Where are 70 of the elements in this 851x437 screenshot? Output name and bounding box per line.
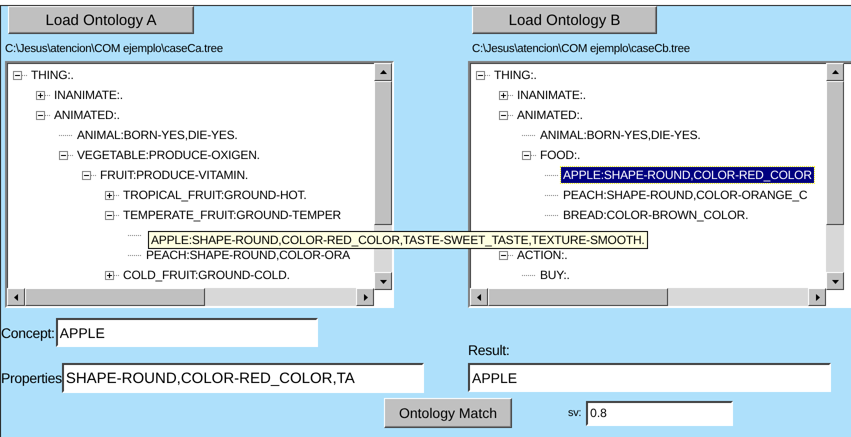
result-label: Result: xyxy=(468,342,510,358)
tree-item[interactable]: PEACH:SHAPE-ROUND,COLOR-ORA xyxy=(144,247,352,263)
tree-item[interactable]: APPLE:SHAPE-ROUND,COLOR-RED_COLOR xyxy=(561,167,814,183)
scroll-thumb[interactable] xyxy=(374,81,392,225)
scroll-left-button[interactable] xyxy=(7,288,25,306)
collapse-icon[interactable] xyxy=(105,210,119,220)
left-arrow-icon xyxy=(476,294,482,300)
collapse-icon[interactable] xyxy=(36,110,50,120)
vertical-scrollbar[interactable] xyxy=(826,63,844,290)
tree-item[interactable]: INANIMATE:. xyxy=(52,87,125,103)
scroll-thumb[interactable] xyxy=(488,288,668,306)
collapse-icon[interactable] xyxy=(522,150,536,160)
concept-label: Concept: xyxy=(1,324,55,340)
scroll-up-button[interactable] xyxy=(374,63,392,81)
scroll-up-button[interactable] xyxy=(826,63,844,81)
horizontal-scrollbar[interactable] xyxy=(7,288,374,306)
result-field[interactable]: APPLE xyxy=(468,363,831,392)
right-arrow-icon xyxy=(814,294,820,300)
scroll-right-button[interactable] xyxy=(356,288,374,306)
tree-item[interactable]: FRUIT:PRODUCE-VITAMIN. xyxy=(98,167,250,183)
tree-item[interactable]: THING:. xyxy=(29,67,76,83)
tooltip: APPLE:SHAPE-ROUND,COLOR-RED_COLOR,TASTE-SWEET_TASTE,TEXTURE-SMOOTH. xyxy=(148,231,648,249)
collapse-icon[interactable] xyxy=(13,70,27,80)
scroll-right-button[interactable] xyxy=(808,288,826,306)
tree-item[interactable]: TROPICAL_FRUIT:GROUND-HOT. xyxy=(121,187,308,203)
sv-field[interactable]: 0.8 xyxy=(586,400,734,426)
sv-label: sv: xyxy=(568,407,582,419)
down-arrow-icon xyxy=(380,278,386,284)
expand-icon[interactable] xyxy=(105,190,119,200)
tree-item[interactable]: COLD_FRUIT:GROUND-COLD. xyxy=(121,267,292,283)
left-arrow-icon xyxy=(12,294,20,300)
collapse-icon[interactable] xyxy=(59,150,73,160)
collapse-icon[interactable] xyxy=(499,110,513,120)
collapse-icon[interactable] xyxy=(499,250,513,260)
ontology-match-button[interactable]: Ontology Match xyxy=(384,398,512,428)
tree-item[interactable]: ANIMATED:. xyxy=(52,107,122,123)
file-path: C:\Jesus\atencion\COM ejemplo\caseCa.tree xyxy=(5,43,224,55)
down-arrow-icon xyxy=(832,278,838,284)
properties-label: Properties xyxy=(1,370,62,386)
expand-icon[interactable] xyxy=(499,90,513,100)
up-arrow-icon xyxy=(832,68,838,76)
tree-item[interactable]: BREAD:COLOR-BROWN_COLOR. xyxy=(561,207,750,223)
tree-item[interactable]: ANIMAL:BORN-YES,DIE-YES. xyxy=(538,127,703,143)
collapse-icon[interactable] xyxy=(476,70,490,80)
tree-item[interactable]: BUY:. xyxy=(538,267,572,283)
up-arrow-icon xyxy=(380,68,386,76)
scroll-thumb[interactable] xyxy=(826,81,844,225)
collapse-icon[interactable] xyxy=(82,170,96,180)
scroll-down-button[interactable] xyxy=(826,272,844,290)
tree-item[interactable]: ANIMAL:BORN-YES,DIE-YES. xyxy=(75,127,240,143)
tree-item[interactable]: TEMPERATE_FRUIT:GROUND-TEMPER xyxy=(121,207,343,223)
scroll-left-button[interactable] xyxy=(470,288,488,306)
scroll-down-button[interactable] xyxy=(374,272,392,290)
tree-item[interactable]: FOOD:. xyxy=(538,147,582,163)
load-ontology-button[interactable]: Load Ontology B xyxy=(472,6,657,34)
concept-field[interactable]: APPLE xyxy=(56,318,318,347)
tree-item[interactable]: PEACH:SHAPE-ROUND,COLOR-ORANGE_C xyxy=(561,187,810,203)
expand-icon[interactable] xyxy=(105,270,119,280)
properties-field[interactable]: SHAPE-ROUND,COLOR-RED_COLOR,TA xyxy=(62,363,424,393)
right-arrow-icon xyxy=(362,294,368,300)
tree-item[interactable]: ANIMATED:. xyxy=(515,107,585,123)
load-ontology-button[interactable]: Load Ontology A xyxy=(8,6,194,34)
horizontal-scrollbar[interactable] xyxy=(470,288,826,306)
tree-item[interactable]: THING:. xyxy=(492,67,539,83)
tree-item[interactable]: INANIMATE:. xyxy=(515,87,588,103)
scroll-thumb[interactable] xyxy=(25,288,205,306)
tree-item[interactable]: VEGETABLE:PRODUCE-OXIGEN. xyxy=(75,147,262,163)
file-path: C:\Jesus\atencion\COM ejemplo\caseCb.tree xyxy=(472,43,691,55)
tree-item[interactable]: ACTION:. xyxy=(515,247,570,263)
expand-icon[interactable] xyxy=(36,90,50,100)
